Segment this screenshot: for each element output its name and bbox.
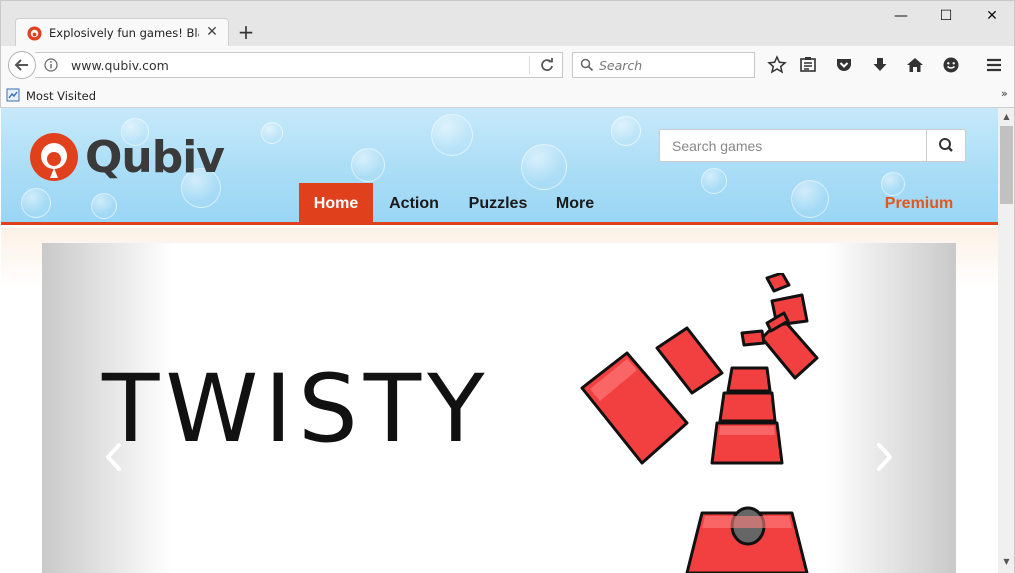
search-games-button[interactable]	[926, 129, 966, 162]
decorative-bubble	[351, 148, 385, 182]
bookmark-most-visited[interactable]: Most Visited	[26, 89, 96, 103]
browser-search-bar[interactable]: Search	[572, 52, 755, 78]
smiley-feedback-icon[interactable]	[941, 55, 961, 75]
most-visited-folder-icon	[6, 88, 20, 102]
reload-icon[interactable]	[538, 56, 556, 74]
close-window-button[interactable]: ✕	[978, 5, 1006, 27]
url-text[interactable]: www.qubiv.com	[71, 58, 169, 73]
qubiv-favicon-icon	[27, 26, 42, 41]
minimize-button[interactable]: —	[887, 5, 915, 27]
maximize-button[interactable]: ☐	[932, 5, 960, 27]
hamburger-menu-icon[interactable]	[984, 55, 1004, 75]
decorative-bubble	[91, 193, 117, 219]
decorative-bubble	[431, 114, 473, 156]
url-bar[interactable]: www.qubiv.com	[35, 52, 563, 78]
decorative-bubble	[791, 180, 829, 218]
tab-qubiv[interactable]: Explosively fun games! Bla… ✕	[15, 18, 229, 47]
decorative-bubble	[611, 116, 641, 146]
search-icon	[580, 58, 594, 72]
slide-title[interactable]: TWISTY	[102, 363, 491, 457]
title-bar: Explosively fun games! Bla… ✕ + — ☐ ✕	[0, 0, 1015, 47]
scroll-down-arrow-icon[interactable]: ▼	[998, 555, 1015, 569]
download-icon[interactable]	[870, 55, 890, 75]
search-games-input[interactable]: Search games	[659, 129, 927, 162]
site-logo-text[interactable]: Qubiv	[85, 132, 225, 183]
pocket-icon[interactable]	[834, 55, 854, 75]
scrollbar-thumb[interactable]	[1000, 126, 1013, 204]
page-scrollbar[interactable]: ▲ ▼	[998, 108, 1015, 573]
search-icon	[939, 138, 953, 152]
bookmark-star-icon[interactable]	[767, 55, 787, 75]
nav-home[interactable]: Home	[299, 183, 373, 225]
nav-action[interactable]: Action	[379, 183, 449, 225]
twisty-game-artwork[interactable]	[562, 273, 862, 573]
new-tab-button[interactable]: +	[236, 21, 256, 43]
decorative-bubble	[261, 122, 283, 144]
home-icon[interactable]	[905, 55, 925, 75]
back-arrow-icon	[14, 59, 28, 71]
nav-puzzles[interactable]: Puzzles	[457, 183, 539, 225]
decorative-bubble	[701, 168, 727, 194]
slider-next-arrow-icon[interactable]	[874, 441, 896, 473]
site-header: Qubiv Search games Home Action Puzzles M…	[1, 108, 998, 225]
nav-premium[interactable]: Premium	[877, 183, 961, 225]
back-button[interactable]	[8, 51, 36, 79]
search-placeholder: Search	[599, 58, 643, 73]
nav-more[interactable]: More	[547, 183, 603, 225]
decorative-bubble	[21, 188, 51, 218]
bookmarks-overflow-chevron[interactable]: »	[1001, 87, 1008, 100]
page-viewport: Qubiv Search games Home Action Puzzles M…	[1, 108, 998, 573]
search-games-placeholder: Search games	[672, 138, 763, 154]
info-icon[interactable]	[44, 58, 58, 72]
bookmarks-toolbar: Most Visited »	[0, 84, 1015, 108]
tab-close-icon[interactable]: ✕	[204, 24, 220, 40]
slider-prev-arrow-icon[interactable]	[102, 441, 124, 473]
featured-game-slider[interactable]: TWISTY	[42, 243, 956, 573]
reading-list-icon[interactable]	[798, 55, 818, 75]
scroll-up-arrow-icon[interactable]: ▲	[998, 110, 1015, 124]
qubiv-logo-icon[interactable]	[29, 132, 79, 182]
url-divider	[529, 56, 530, 74]
nav-toolbar: www.qubiv.com Search	[0, 46, 1015, 84]
tab-title: Explosively fun games! Bla…	[49, 26, 199, 40]
